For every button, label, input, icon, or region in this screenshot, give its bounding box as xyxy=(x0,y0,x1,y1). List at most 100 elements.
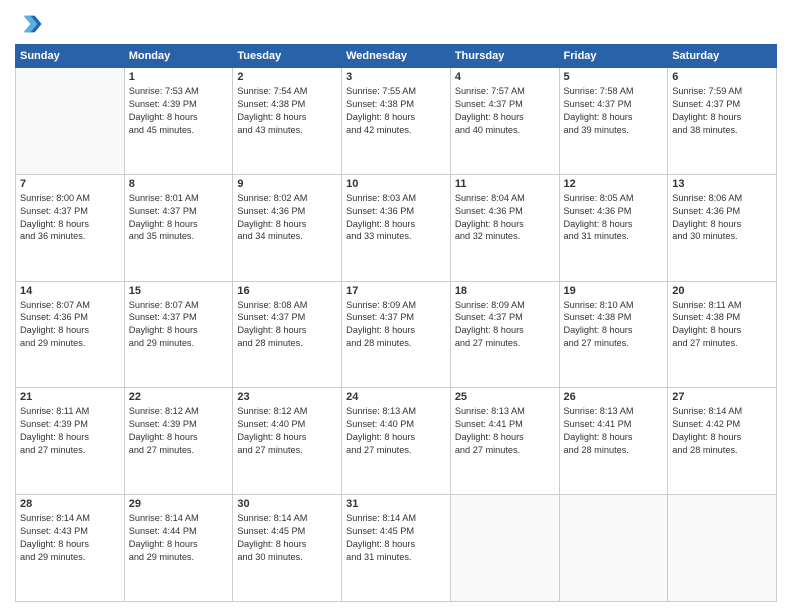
day-number: 13 xyxy=(672,178,772,190)
calendar-cell: 30Sunrise: 8:14 AM Sunset: 4:45 PM Dayli… xyxy=(233,495,342,602)
weekday-header: Thursday xyxy=(450,45,559,68)
calendar-cell xyxy=(16,68,125,175)
logo-icon xyxy=(15,10,43,38)
weekday-header: Monday xyxy=(124,45,233,68)
calendar-cell: 16 Sunrise: 8:08 AM Sunset: 4:37 PM Dayli… xyxy=(233,281,342,388)
day-number: 25 xyxy=(455,391,555,403)
day-number: 31 xyxy=(346,498,446,510)
day-number: 27 xyxy=(672,391,772,403)
calendar-cell xyxy=(559,495,668,602)
calendar-week-row: 7 Sunrise: 8:00 AM Sunset: 4:37 PM Daylig… xyxy=(16,174,777,281)
calendar-week-row: 21 Sunrise: 8:11 AM Sunset: 4:39 PM Dayli… xyxy=(16,388,777,495)
calendar-cell: 29 Sunrise: 8:14 AM Sunset: 4:44 PM Dayli… xyxy=(124,495,233,602)
weekday-header: Saturday xyxy=(668,45,777,68)
day-number: 6 xyxy=(672,71,772,83)
calendar-cell: 26Sunrise: 8:13 AM Sunset: 4:41 PM Dayli… xyxy=(559,388,668,495)
calendar-cell: 5Sunrise: 7:58 AM Sunset: 4:37 PM Daylig… xyxy=(559,68,668,175)
day-number: 16 xyxy=(237,285,337,297)
day-info: Sunrise: 8:11 AM Sunset: 4:39 PM Dayligh… xyxy=(20,405,120,457)
day-number: 17 xyxy=(346,285,446,297)
day-number: 5 xyxy=(564,71,664,83)
day-info: Sunrise: 8:07 AM Sunset: 4:36 PM Dayligh… xyxy=(20,299,120,351)
calendar-cell: 1 Sunrise: 7:53 AM Sunset: 4:39 PM Daylig… xyxy=(124,68,233,175)
day-info: Sunrise: 8:11 AM Sunset: 4:38 PM Dayligh… xyxy=(672,299,772,351)
header xyxy=(15,10,777,38)
day-number: 8 xyxy=(129,178,229,190)
day-number: 3 xyxy=(346,71,446,83)
calendar-week-row: 1 Sunrise: 7:53 AM Sunset: 4:39 PM Daylig… xyxy=(16,68,777,175)
day-info: Sunrise: 7:53 AM Sunset: 4:39 PM Dayligh… xyxy=(129,85,229,137)
day-number: 23 xyxy=(237,391,337,403)
day-info: Sunrise: 8:02 AM Sunset: 4:36 PM Dayligh… xyxy=(237,192,337,244)
day-number: 14 xyxy=(20,285,120,297)
calendar-table: SundayMondayTuesdayWednesdayThursdayFrid… xyxy=(15,44,777,602)
day-info: Sunrise: 8:12 AM Sunset: 4:39 PM Dayligh… xyxy=(129,405,229,457)
day-info: Sunrise: 8:07 AM Sunset: 4:37 PM Dayligh… xyxy=(129,299,229,351)
calendar-cell: 2 Sunrise: 7:54 AM Sunset: 4:38 PM Daylig… xyxy=(233,68,342,175)
day-info: Sunrise: 8:12 AM Sunset: 4:40 PM Dayligh… xyxy=(237,405,337,457)
calendar-cell: 3Sunrise: 7:55 AM Sunset: 4:38 PM Daylig… xyxy=(342,68,451,175)
logo xyxy=(15,10,47,38)
day-info: Sunrise: 7:57 AM Sunset: 4:37 PM Dayligh… xyxy=(455,85,555,137)
day-info: Sunrise: 8:01 AM Sunset: 4:37 PM Dayligh… xyxy=(129,192,229,244)
day-number: 10 xyxy=(346,178,446,190)
day-info: Sunrise: 8:14 AM Sunset: 4:43 PM Dayligh… xyxy=(20,512,120,564)
calendar-cell: 8 Sunrise: 8:01 AM Sunset: 4:37 PM Daylig… xyxy=(124,174,233,281)
calendar-cell xyxy=(450,495,559,602)
calendar-cell: 24 Sunrise: 8:13 AM Sunset: 4:40 PM Dayli… xyxy=(342,388,451,495)
calendar-cell: 11 Sunrise: 8:04 AM Sunset: 4:36 PM Dayli… xyxy=(450,174,559,281)
day-info: Sunrise: 8:09 AM Sunset: 4:37 PM Dayligh… xyxy=(346,299,446,351)
day-number: 15 xyxy=(129,285,229,297)
day-number: 1 xyxy=(129,71,229,83)
day-info: Sunrise: 8:08 AM Sunset: 4:37 PM Dayligh… xyxy=(237,299,337,351)
day-info: Sunrise: 8:10 AM Sunset: 4:38 PM Dayligh… xyxy=(564,299,664,351)
calendar-cell: 17 Sunrise: 8:09 AM Sunset: 4:37 PM Dayli… xyxy=(342,281,451,388)
weekday-header: Wednesday xyxy=(342,45,451,68)
day-info: Sunrise: 8:13 AM Sunset: 4:40 PM Dayligh… xyxy=(346,405,446,457)
calendar-cell: 12 Sunrise: 8:05 AM Sunset: 4:36 PM Dayli… xyxy=(559,174,668,281)
calendar-cell: 14 Sunrise: 8:07 AM Sunset: 4:36 PM Dayli… xyxy=(16,281,125,388)
calendar-cell: 19 Sunrise: 8:10 AM Sunset: 4:38 PM Dayli… xyxy=(559,281,668,388)
calendar-cell: 31 Sunrise: 8:14 AM Sunset: 4:45 PM Dayli… xyxy=(342,495,451,602)
calendar-cell: 13Sunrise: 8:06 AM Sunset: 4:36 PM Dayli… xyxy=(668,174,777,281)
day-number: 19 xyxy=(564,285,664,297)
calendar-cell: 25 Sunrise: 8:13 AM Sunset: 4:41 PM Dayli… xyxy=(450,388,559,495)
day-number: 18 xyxy=(455,285,555,297)
day-info: Sunrise: 7:59 AM Sunset: 4:37 PM Dayligh… xyxy=(672,85,772,137)
day-info: Sunrise: 8:05 AM Sunset: 4:36 PM Dayligh… xyxy=(564,192,664,244)
day-info: Sunrise: 8:13 AM Sunset: 4:41 PM Dayligh… xyxy=(564,405,664,457)
calendar-week-row: 28Sunrise: 8:14 AM Sunset: 4:43 PM Dayli… xyxy=(16,495,777,602)
day-info: Sunrise: 7:54 AM Sunset: 4:38 PM Dayligh… xyxy=(237,85,337,137)
day-info: Sunrise: 8:00 AM Sunset: 4:37 PM Dayligh… xyxy=(20,192,120,244)
day-number: 22 xyxy=(129,391,229,403)
day-number: 4 xyxy=(455,71,555,83)
day-number: 24 xyxy=(346,391,446,403)
calendar-cell: 22 Sunrise: 8:12 AM Sunset: 4:39 PM Dayli… xyxy=(124,388,233,495)
calendar-cell: 9 Sunrise: 8:02 AM Sunset: 4:36 PM Daylig… xyxy=(233,174,342,281)
day-info: Sunrise: 8:13 AM Sunset: 4:41 PM Dayligh… xyxy=(455,405,555,457)
day-number: 7 xyxy=(20,178,120,190)
calendar-cell: 6 Sunrise: 7:59 AM Sunset: 4:37 PM Daylig… xyxy=(668,68,777,175)
calendar-cell: 23 Sunrise: 8:12 AM Sunset: 4:40 PM Dayli… xyxy=(233,388,342,495)
calendar-cell: 21 Sunrise: 8:11 AM Sunset: 4:39 PM Dayli… xyxy=(16,388,125,495)
day-info: Sunrise: 8:04 AM Sunset: 4:36 PM Dayligh… xyxy=(455,192,555,244)
weekday-header: Friday xyxy=(559,45,668,68)
day-number: 9 xyxy=(237,178,337,190)
day-number: 29 xyxy=(129,498,229,510)
day-number: 21 xyxy=(20,391,120,403)
calendar-cell: 28Sunrise: 8:14 AM Sunset: 4:43 PM Dayli… xyxy=(16,495,125,602)
day-info: Sunrise: 8:14 AM Sunset: 4:45 PM Dayligh… xyxy=(346,512,446,564)
calendar-cell: 15 Sunrise: 8:07 AM Sunset: 4:37 PM Dayli… xyxy=(124,281,233,388)
weekday-header: Tuesday xyxy=(233,45,342,68)
day-number: 11 xyxy=(455,178,555,190)
day-number: 12 xyxy=(564,178,664,190)
weekday-header: Sunday xyxy=(16,45,125,68)
calendar-cell: 27 Sunrise: 8:14 AM Sunset: 4:42 PM Dayli… xyxy=(668,388,777,495)
page: SundayMondayTuesdayWednesdayThursdayFrid… xyxy=(0,0,792,612)
day-number: 20 xyxy=(672,285,772,297)
calendar-cell: 4 Sunrise: 7:57 AM Sunset: 4:37 PM Daylig… xyxy=(450,68,559,175)
day-info: Sunrise: 8:14 AM Sunset: 4:42 PM Dayligh… xyxy=(672,405,772,457)
day-number: 2 xyxy=(237,71,337,83)
day-info: Sunrise: 8:14 AM Sunset: 4:44 PM Dayligh… xyxy=(129,512,229,564)
calendar-cell: 18Sunrise: 8:09 AM Sunset: 4:37 PM Dayli… xyxy=(450,281,559,388)
